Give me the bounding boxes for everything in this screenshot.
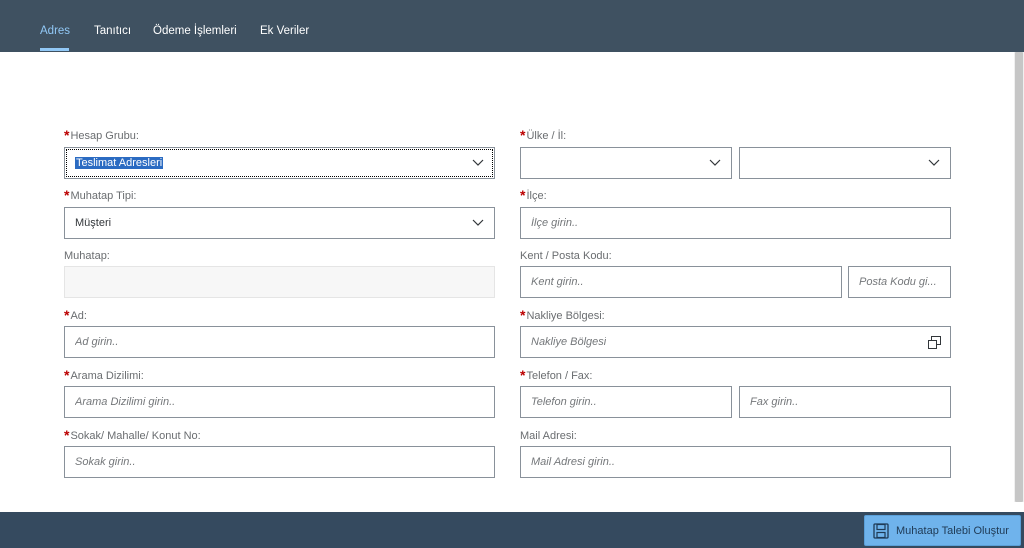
- sokak-placeholder: Sokak girin..: [75, 456, 136, 468]
- mail-label: Mail Adresi:: [520, 430, 577, 442]
- ad-placeholder: Ad girin..: [75, 336, 119, 348]
- tab-odeme-islemleri[interactable]: Ödeme İşlemleri: [153, 25, 237, 37]
- required-marker: *: [64, 187, 70, 203]
- ad-label: *Ad:: [64, 307, 87, 323]
- required-marker: *: [64, 307, 70, 323]
- posta-kodu-placeholder: Posta Kodu gi...: [859, 276, 937, 288]
- chevron-down-icon[interactable]: [472, 219, 484, 227]
- ilce-label: *İlçe:: [520, 187, 547, 203]
- muhatap-tipi-select[interactable]: Müşteri: [64, 207, 495, 239]
- il-select[interactable]: [739, 147, 951, 179]
- active-tab-indicator: [40, 48, 69, 51]
- muhatap-label: Muhatap:: [64, 250, 110, 262]
- ilce-input[interactable]: İlçe girin..: [520, 207, 951, 239]
- kent-placeholder: Kent girin..: [531, 276, 584, 288]
- nakliye-label: *Nakliye Bölgesi:: [520, 307, 605, 323]
- mail-placeholder: Mail Adresi girin..: [531, 456, 615, 468]
- telefon-placeholder: Telefon girin..: [531, 396, 597, 408]
- tab-ek-veriler[interactable]: Ek Veriler: [260, 25, 309, 37]
- hesap-grubu-label: *Hesap Grubu:: [64, 127, 139, 143]
- fax-placeholder: Fax girin..: [750, 396, 799, 408]
- ulke-il-label: *Ülke / İl:: [520, 127, 567, 143]
- arama-dizilimi-input[interactable]: Arama Dizilimi girin..: [64, 386, 495, 418]
- telefon-input[interactable]: Telefon girin..: [520, 386, 732, 418]
- chevron-down-icon[interactable]: [472, 159, 484, 167]
- ilce-placeholder: İlçe girin..: [531, 217, 579, 229]
- required-marker: *: [64, 127, 70, 143]
- required-marker: *: [64, 427, 70, 443]
- tab-tanitici[interactable]: Tanıtıcı: [94, 25, 131, 37]
- chevron-down-icon[interactable]: [709, 159, 721, 167]
- telefon-fax-label: *Telefon / Fax:: [520, 367, 593, 383]
- hesap-grubu-select[interactable]: Teslimat Adresleri: [64, 147, 495, 179]
- nakliye-input[interactable]: Nakliye Bölgesi: [520, 326, 951, 358]
- chevron-down-icon[interactable]: [928, 159, 940, 167]
- ad-input[interactable]: Ad girin..: [64, 326, 495, 358]
- posta-kodu-input[interactable]: Posta Kodu gi...: [848, 266, 951, 298]
- muhatap-tipi-label: *Muhatap Tipi:: [64, 187, 137, 203]
- required-marker: *: [520, 187, 526, 203]
- value-help-icon[interactable]: [928, 336, 941, 349]
- required-marker: *: [64, 367, 70, 383]
- hesap-grubu-value: Teslimat Adresleri: [75, 157, 164, 169]
- nakliye-placeholder: Nakliye Bölgesi: [531, 336, 607, 348]
- ulke-select[interactable]: [520, 147, 732, 179]
- muhatap-field: [64, 266, 495, 298]
- tab-adres[interactable]: Adres: [40, 25, 70, 37]
- kent-input[interactable]: Kent girin..: [520, 266, 842, 298]
- save-icon: [873, 523, 889, 539]
- fax-input[interactable]: Fax girin..: [739, 386, 951, 418]
- sokak-input[interactable]: Sokak girin..: [64, 446, 495, 478]
- create-partner-request-button[interactable]: Muhatap Talebi Oluştur: [864, 515, 1021, 546]
- required-marker: *: [520, 127, 526, 143]
- sokak-label: *Sokak/ Mahalle/ Konut No:: [64, 427, 201, 443]
- required-marker: *: [520, 307, 526, 323]
- create-button-label: Muhatap Talebi Oluştur: [896, 525, 1009, 537]
- muhatap-tipi-value: Müşteri: [75, 217, 112, 229]
- scrollbar-thumb[interactable]: [1015, 52, 1023, 502]
- mail-input[interactable]: Mail Adresi girin..: [520, 446, 951, 478]
- arama-dizilimi-label: *Arama Dizilimi:: [64, 367, 144, 383]
- kent-posta-label: Kent / Posta Kodu:: [520, 250, 612, 262]
- required-marker: *: [520, 367, 526, 383]
- arama-dizilimi-placeholder: Arama Dizilimi girin..: [75, 396, 176, 408]
